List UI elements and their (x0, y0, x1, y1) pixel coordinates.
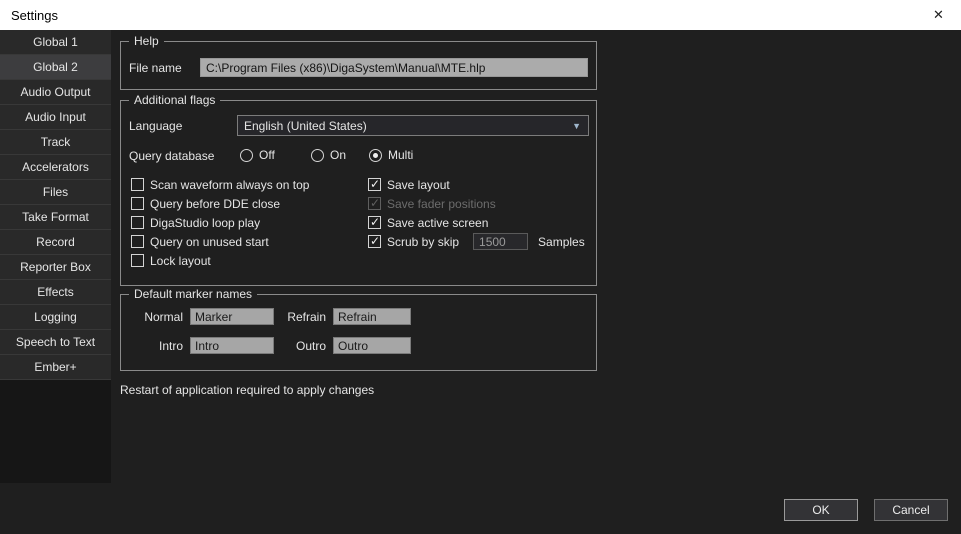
chevron-down-icon: ▼ (572, 121, 581, 131)
checkbox-label: Query on unused start (150, 235, 269, 249)
radio-label: On (330, 148, 346, 162)
checkbox-box (131, 197, 144, 210)
cancel-button[interactable]: Cancel (874, 499, 948, 521)
sidebar-item-logging[interactable]: Logging (0, 305, 111, 330)
file-name-input[interactable] (200, 58, 588, 77)
radio-label: Multi (388, 148, 413, 162)
checkbox-save-active-screen[interactable]: Save active screen (368, 216, 585, 229)
flags-left-column: Scan waveform always on top Query before… (131, 178, 309, 273)
marker-normal-input[interactable] (190, 308, 274, 325)
window-title: Settings (11, 8, 58, 23)
sidebar-item-files[interactable]: Files (0, 180, 111, 205)
checkbox-label: Scrub by skip (387, 235, 459, 249)
marker-row-1: Normal Refrain (129, 308, 411, 325)
default-marker-names-legend: Default marker names (129, 287, 257, 302)
marker-refrain-input[interactable] (333, 308, 411, 325)
checkbox-lock-layout[interactable]: Lock layout (131, 254, 309, 267)
checkbox-save-layout[interactable]: Save layout (368, 178, 585, 191)
checkbox-label: Lock layout (150, 254, 211, 268)
restart-note: Restart of application required to apply… (120, 383, 374, 397)
help-group: Help File name (120, 41, 597, 90)
sidebar-item-global-1[interactable]: Global 1 (0, 30, 111, 55)
default-marker-names-group: Default marker names Normal Refrain Intr… (120, 294, 597, 371)
sidebar-item-track[interactable]: Track (0, 130, 111, 155)
sidebar-item-reporter-box[interactable]: Reporter Box (0, 255, 111, 280)
checkbox-label: Save active screen (387, 216, 488, 230)
settings-content: Help File name Additional flags Language… (111, 30, 961, 534)
radio-circle (240, 149, 253, 162)
checkbox-box (368, 235, 381, 248)
radio-query-on[interactable]: On (311, 148, 346, 162)
marker-row-2: Intro Outro (129, 337, 411, 354)
checkbox-label: Save layout (387, 178, 450, 192)
help-group-legend: Help (129, 34, 164, 49)
checkbox-query-on-unused-start[interactable]: Query on unused start (131, 235, 309, 248)
checkbox-label: Query before DDE close (150, 197, 280, 211)
samples-unit-label: Samples (538, 235, 585, 249)
checkbox-digastudio-loop-play[interactable]: DigaStudio loop play (131, 216, 309, 229)
checkbox-box (368, 216, 381, 229)
sidebar-item-global-2[interactable]: Global 2 (0, 55, 111, 80)
checkbox-box (131, 254, 144, 267)
marker-outro-input[interactable] (333, 337, 411, 354)
title-bar: Settings ✕ (0, 0, 961, 30)
checkbox-box (131, 216, 144, 229)
sidebar-item-ember[interactable]: Ember+ (0, 355, 111, 380)
additional-flags-group: Additional flags Language English (Unite… (120, 100, 597, 286)
marker-outro-label: Outro (284, 339, 326, 353)
sidebar-item-record[interactable]: Record (0, 230, 111, 255)
checkbox-label: DigaStudio loop play (150, 216, 260, 230)
flags-right-column: Save layout Save fader positions Save ac… (368, 178, 585, 254)
ok-button[interactable]: OK (784, 499, 858, 521)
additional-flags-legend: Additional flags (129, 93, 220, 108)
close-icon[interactable]: ✕ (916, 0, 961, 30)
radio-query-off[interactable]: Off (240, 148, 275, 162)
radio-label: Off (259, 148, 275, 162)
checkbox-box (368, 197, 381, 210)
checkbox-box (368, 178, 381, 191)
marker-intro-input[interactable] (190, 337, 274, 354)
sidebar: Global 1 Global 2 Audio Output Audio Inp… (0, 30, 111, 483)
sidebar-item-speech-to-text[interactable]: Speech to Text (0, 330, 111, 355)
query-database-label: Query database (129, 149, 214, 163)
checkbox-box (131, 178, 144, 191)
marker-intro-label: Intro (129, 339, 183, 353)
language-label: Language (129, 119, 182, 133)
sidebar-item-take-format[interactable]: Take Format (0, 205, 111, 230)
checkbox-scan-waveform-always-on-top[interactable]: Scan waveform always on top (131, 178, 309, 191)
settings-dialog: Settings ✕ Global 1 Global 2 Audio Outpu… (0, 0, 961, 534)
sidebar-item-effects[interactable]: Effects (0, 280, 111, 305)
language-selected-value: English (United States) (244, 119, 367, 133)
marker-refrain-label: Refrain (284, 310, 326, 324)
scrub-samples-input[interactable] (473, 233, 528, 250)
checkbox-save-fader-positions: Save fader positions (368, 197, 585, 210)
sidebar-item-audio-output[interactable]: Audio Output (0, 80, 111, 105)
checkbox-label: Save fader positions (387, 197, 496, 211)
language-select[interactable]: English (United States) ▼ (237, 115, 589, 136)
checkbox-label: Scan waveform always on top (150, 178, 309, 192)
checkbox-box (131, 235, 144, 248)
radio-circle (369, 149, 382, 162)
radio-circle (311, 149, 324, 162)
sidebar-item-accelerators[interactable]: Accelerators (0, 155, 111, 180)
radio-query-multi[interactable]: Multi (369, 148, 413, 162)
marker-normal-label: Normal (129, 310, 183, 324)
checkbox-query-before-dde-close[interactable]: Query before DDE close (131, 197, 309, 210)
file-name-label: File name (129, 61, 182, 75)
sidebar-item-audio-input[interactable]: Audio Input (0, 105, 111, 130)
checkbox-scrub-by-skip[interactable]: Scrub by skip Samples (368, 235, 585, 248)
